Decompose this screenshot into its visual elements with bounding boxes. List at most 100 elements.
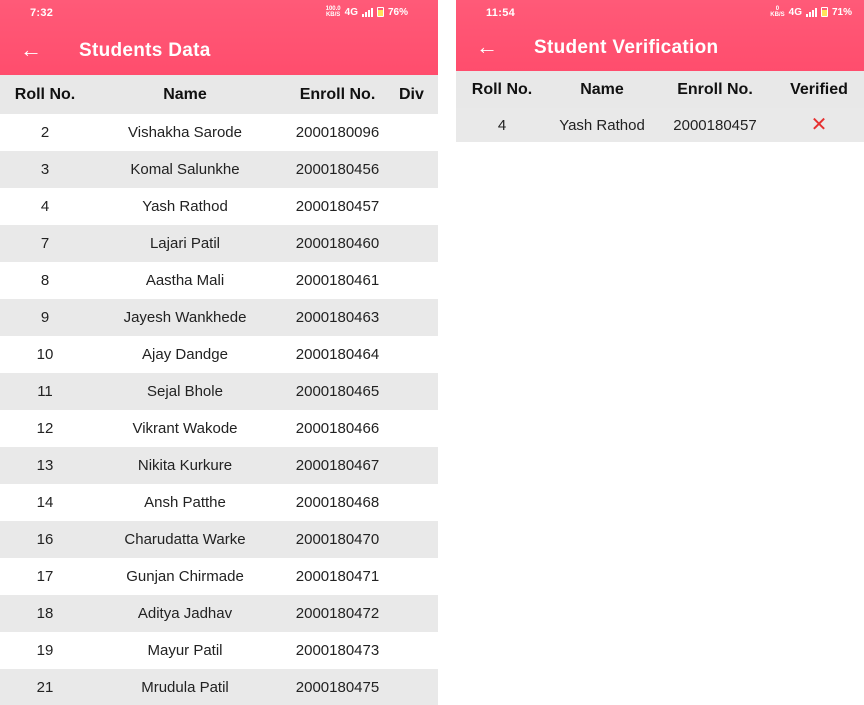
roll-cell: 8	[0, 262, 90, 299]
table-row[interactable]: 11 Sejal Bhole 2000180465	[0, 373, 438, 410]
enroll-cell: 2000180472	[280, 595, 395, 632]
back-arrow-icon[interactable]: ←	[16, 35, 46, 65]
column-header-name[interactable]: Name	[90, 75, 280, 114]
div-cell	[395, 447, 438, 484]
enroll-cell: 2000180461	[280, 262, 395, 299]
roll-cell: 4	[0, 188, 90, 225]
enroll-cell: 2000180464	[280, 336, 395, 373]
table-row[interactable]: 12 Vikrant Wakode 2000180466	[0, 410, 438, 447]
div-cell	[395, 484, 438, 521]
enroll-cell: 2000180456	[280, 151, 395, 188]
page-title: Students Data	[79, 40, 211, 61]
roll-cell: 11	[0, 373, 90, 410]
network-speed-unit: KB/S	[770, 12, 785, 18]
name-cell: Komal Salunkhe	[90, 151, 280, 188]
table-row[interactable]: 2 Vishakha Sarode 2000180096	[0, 114, 438, 151]
div-cell	[395, 114, 438, 151]
table-row[interactable]: 17 Gunjan Chirmade 2000180471	[0, 558, 438, 595]
table-row[interactable]: 4 Yash Rathod 2000180457	[0, 188, 438, 225]
student-verification-screen: 11:54 0 KB/S 4G 71% ← Student Verificatio…	[456, 0, 864, 705]
roll-cell: 14	[0, 484, 90, 521]
div-cell	[395, 558, 438, 595]
battery-icon	[376, 7, 384, 17]
name-cell: Mrudula Patil	[90, 669, 280, 705]
column-header-roll[interactable]: Roll No.	[456, 71, 548, 108]
table-row[interactable]: 19 Mayur Patil 2000180473	[0, 632, 438, 669]
column-header-enroll[interactable]: Enroll No.	[656, 71, 774, 108]
table-row[interactable]: 21 Mrudula Patil 2000180475	[0, 669, 438, 705]
div-cell	[395, 262, 438, 299]
status-time: 7:32	[30, 7, 54, 19]
enroll-cell: 2000180096	[280, 114, 395, 151]
roll-cell: 3	[0, 151, 90, 188]
battery-icon	[820, 7, 828, 17]
app-bar: 7:32 100.0 KB/S 4G 76% ← Students Data	[0, 0, 438, 75]
name-cell: Sejal Bhole	[90, 373, 280, 410]
back-arrow-icon[interactable]: ←	[472, 32, 502, 62]
enroll-cell: 2000180470	[280, 521, 395, 558]
status-time: 11:54	[486, 7, 516, 19]
div-cell	[395, 336, 438, 373]
roll-cell: 2	[0, 114, 90, 151]
enroll-cell: 2000180466	[280, 410, 395, 447]
name-cell: Nikita Kurkure	[90, 447, 280, 484]
table-row[interactable]: 9 Jayesh Wankhede 2000180463	[0, 299, 438, 336]
enroll-cell: 2000180465	[280, 373, 395, 410]
table-row[interactable]: 3 Komal Salunkhe 2000180456	[0, 151, 438, 188]
name-cell: Aastha Mali	[90, 262, 280, 299]
column-header-div[interactable]: Div	[395, 75, 438, 114]
roll-cell: 18	[0, 595, 90, 632]
roll-cell: 19	[0, 632, 90, 669]
enroll-cell: 2000180467	[280, 447, 395, 484]
app-bar: 11:54 0 KB/S 4G 71% ← Student Verificatio…	[456, 0, 864, 71]
status-bar: 11:54 0 KB/S 4G 71%	[456, 0, 864, 26]
name-cell: Yash Rathod	[548, 108, 656, 142]
signal-icon	[361, 7, 373, 17]
table-row[interactable]: 4 Yash Rathod 2000180457 ✕	[456, 108, 864, 142]
signal-icon	[805, 7, 817, 17]
column-header-verified[interactable]: Verified	[774, 71, 864, 108]
div-cell	[395, 632, 438, 669]
network-type: 4G	[344, 6, 358, 18]
roll-cell: 16	[0, 521, 90, 558]
roll-cell: 4	[456, 108, 548, 142]
name-cell: Yash Rathod	[90, 188, 280, 225]
name-cell: Aditya Jadhav	[90, 595, 280, 632]
table-row[interactable]: 16 Charudatta Warke 2000180470	[0, 521, 438, 558]
table-row[interactable]: 13 Nikita Kurkure 2000180467	[0, 447, 438, 484]
enroll-cell: 2000180460	[280, 225, 395, 262]
column-header-name[interactable]: Name	[548, 71, 656, 108]
name-cell: Vikrant Wakode	[90, 410, 280, 447]
table-row[interactable]: 14 Ansh Patthe 2000180468	[0, 484, 438, 521]
div-cell	[395, 373, 438, 410]
table-header-row: Roll No. Name Enroll No. Verified	[456, 71, 864, 108]
roll-cell: 12	[0, 410, 90, 447]
network-speed-unit: KB/S	[325, 12, 341, 18]
page-title: Student Verification	[534, 37, 719, 58]
column-header-enroll[interactable]: Enroll No.	[280, 75, 395, 114]
table-row[interactable]: 10 Ajay Dandge 2000180464	[0, 336, 438, 373]
status-bar: 7:32 100.0 KB/S 4G 76%	[0, 0, 438, 26]
enroll-cell: 2000180463	[280, 299, 395, 336]
students-data-screen: 7:32 100.0 KB/S 4G 76% ← Students Data Ro…	[0, 0, 438, 705]
network-speed: 100.0 KB/S	[326, 6, 341, 18]
battery-level: 71%	[831, 6, 852, 18]
div-cell	[395, 595, 438, 632]
roll-cell: 7	[0, 225, 90, 262]
name-cell: Mayur Patil	[90, 632, 280, 669]
table-row[interactable]: 7 Lajari Patil 2000180460	[0, 225, 438, 262]
verified-cell[interactable]: ✕	[774, 108, 864, 142]
div-cell	[395, 188, 438, 225]
name-cell: Charudatta Warke	[90, 521, 280, 558]
verification-table: Roll No. Name Enroll No. Verified 4 Yash …	[456, 71, 864, 142]
table-row[interactable]: 18 Aditya Jadhav 2000180472	[0, 595, 438, 632]
table-row[interactable]: 8 Aastha Mali 2000180461	[0, 262, 438, 299]
column-header-roll[interactable]: Roll No.	[0, 75, 90, 114]
cross-icon[interactable]: ✕	[811, 115, 828, 135]
roll-cell: 21	[0, 669, 90, 705]
div-cell	[395, 521, 438, 558]
roll-cell: 17	[0, 558, 90, 595]
battery-level: 76%	[387, 6, 408, 18]
roll-cell: 10	[0, 336, 90, 373]
students-table: Roll No. Name Enroll No. Div 2 Vishakha S…	[0, 75, 438, 705]
